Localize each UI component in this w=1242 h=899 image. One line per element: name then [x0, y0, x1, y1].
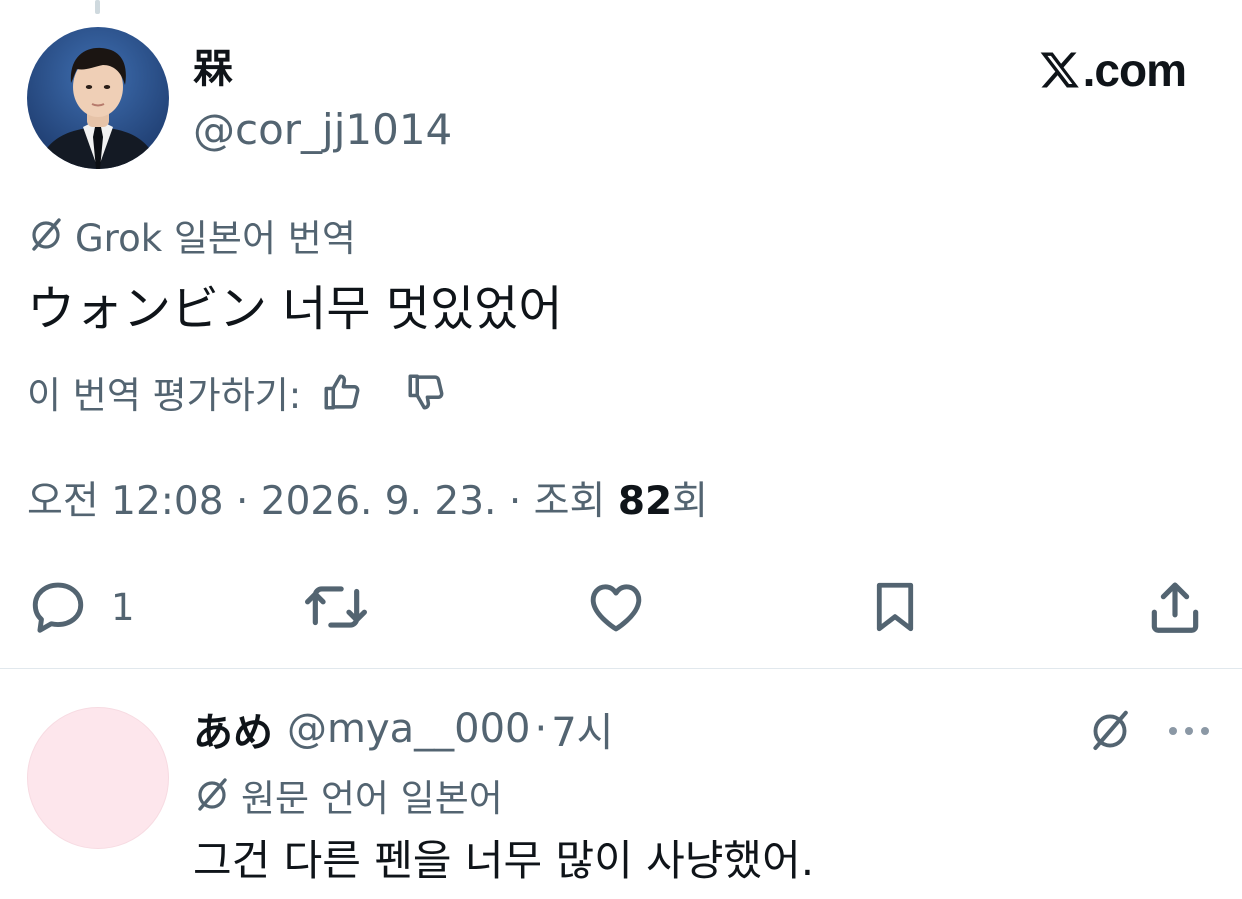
bookmark-icon	[876, 582, 914, 632]
tweet-action-bar: 1	[0, 572, 1242, 642]
reply-avatar[interactable]	[27, 707, 169, 849]
tweet-meta: 오전 12:08 · 2026. 9. 23. · 조회 82회	[27, 474, 708, 530]
reply-icon	[32, 582, 84, 633]
avatar-image	[27, 27, 169, 169]
reply-language-label[interactable]: 원문 언어 일본어	[193, 770, 503, 820]
divider	[0, 668, 1242, 669]
site-logo: .com	[1037, 42, 1187, 98]
thread-connector-line	[95, 0, 100, 14]
more-icon	[1169, 727, 1209, 735]
reply-translate-button[interactable]	[1082, 703, 1138, 759]
share-button[interactable]	[1144, 572, 1206, 642]
avatar[interactable]	[27, 27, 169, 169]
reply-language-text: 원문 언어 일본어	[241, 777, 503, 820]
retweet-icon	[305, 586, 367, 628]
reply-header: あめ @mya__000 · 7시	[193, 700, 613, 758]
reply-button[interactable]: 1	[27, 572, 135, 642]
share-icon	[1151, 582, 1199, 633]
reply-count: 1	[111, 585, 135, 629]
reply-display-name[interactable]: あめ	[193, 700, 273, 758]
author-display-name[interactable]: 槑	[193, 44, 233, 94]
site-domain-text: .com	[1082, 44, 1187, 96]
rate-translation-row: 이 번역 평가하기:	[27, 364, 453, 420]
reply-separator: ·	[534, 706, 548, 752]
author-handle[interactable]: @cor_jj1014	[193, 104, 452, 156]
meta-separator: ·	[496, 479, 534, 524]
grok-translation-label[interactable]: Grok 일본어 번역	[27, 210, 356, 260]
meta-separator: ·	[223, 479, 261, 524]
grok-icon	[32, 218, 61, 251]
reply-handle[interactable]: @mya__000	[287, 706, 531, 752]
retweet-button[interactable]	[302, 572, 370, 642]
thumb-down-icon	[408, 374, 444, 410]
tweet-time[interactable]: 오전 12:08	[27, 479, 224, 524]
tweet-body-text: ウォンビン 너무 멋있었어	[27, 281, 563, 337]
grok-icon	[198, 778, 227, 811]
rate-translation-label: 이 번역 평가하기:	[27, 374, 302, 417]
reply-body-text: 그건 다른 펜을 너무 많이 사냥했어.	[193, 836, 815, 885]
views-count[interactable]: 82	[618, 479, 672, 524]
reply-time[interactable]: 7시	[551, 700, 613, 758]
thumb-down-button[interactable]	[399, 365, 453, 419]
heart-icon	[590, 584, 642, 632]
tweet-date[interactable]: 2026. 9. 23.	[261, 479, 497, 524]
x-logo-icon	[1040, 52, 1079, 88]
grok-icon	[1093, 710, 1128, 751]
reply-more-button[interactable]	[1164, 703, 1214, 759]
bookmark-button[interactable]	[866, 572, 924, 642]
thumb-up-button[interactable]	[315, 365, 369, 419]
like-button[interactable]	[584, 572, 648, 642]
grok-translation-text: Grok 일본어 번역	[75, 217, 356, 260]
views-suffix: 회	[672, 479, 708, 524]
views-prefix: 조회	[533, 479, 618, 524]
thumb-up-icon	[324, 374, 360, 410]
